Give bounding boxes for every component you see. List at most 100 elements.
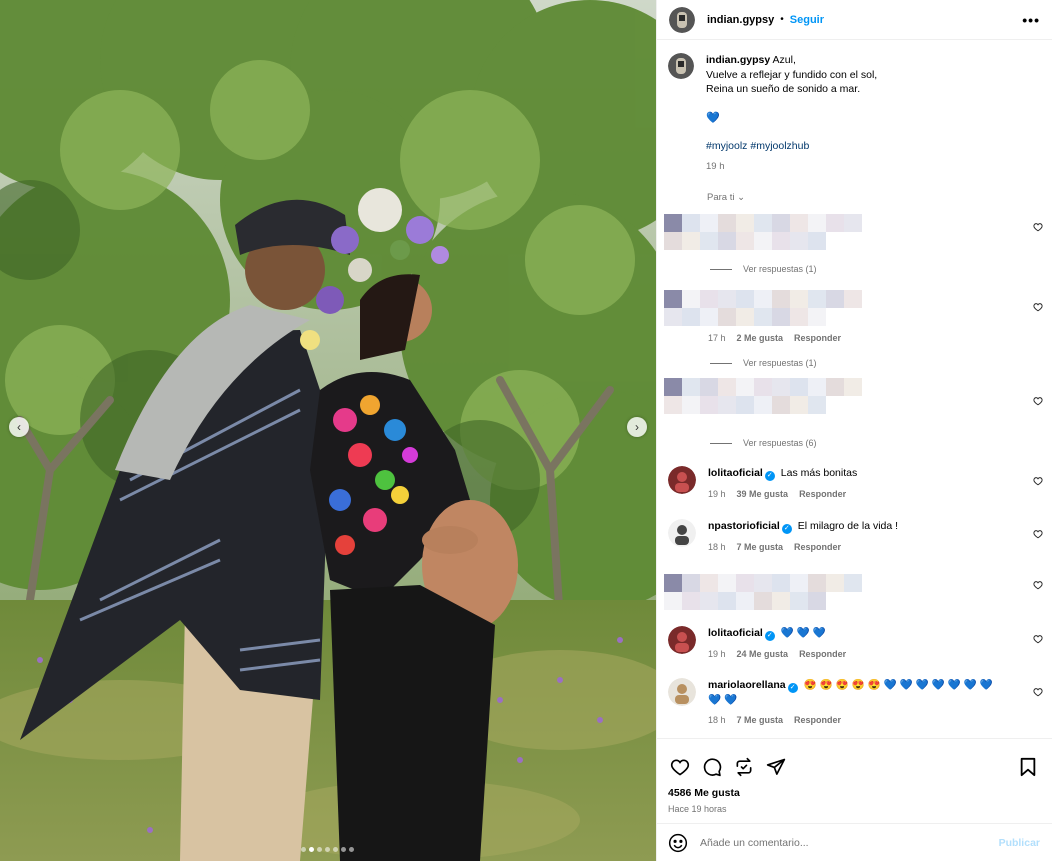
comment-likes[interactable]: 7 Me gusta	[737, 542, 784, 552]
comment-username[interactable]: mariolaorellana	[708, 679, 786, 691]
view-replies-button[interactable]: Ver respuestas (1)	[710, 264, 817, 274]
post-time: Hace 19 horas	[668, 804, 727, 814]
blue-heart-emoji: 💙	[706, 111, 720, 124]
blur-pixel	[844, 308, 862, 326]
blur-pixel	[718, 232, 736, 250]
replies-line	[710, 268, 732, 270]
comment-like-heart-icon[interactable]	[1033, 634, 1043, 647]
avatar[interactable]	[668, 678, 696, 706]
caption-line: Vuelve a reflejar y fundido con el sol,	[706, 68, 878, 81]
prev-image-button[interactable]: ‹	[9, 417, 29, 437]
chevron-left-icon: ‹	[17, 420, 21, 434]
comment-like-heart-icon[interactable]	[1033, 529, 1043, 542]
comment-username[interactable]: lolitaoficial	[708, 467, 763, 479]
comment-likes[interactable]: 39 Me gusta	[737, 489, 789, 499]
comment-input[interactable]	[700, 837, 999, 849]
post-header: indian.gypsy • Seguir •••	[657, 0, 1052, 40]
comment-username[interactable]: lolitaoficial	[708, 627, 763, 639]
carousel-dot	[325, 847, 330, 852]
comment-icon[interactable]	[700, 755, 724, 779]
comment-time: 18 h	[708, 715, 726, 725]
follow-button[interactable]: Seguir	[790, 14, 824, 26]
carousel-dot	[341, 847, 346, 852]
view-replies-label: Ver respuestas (1)	[743, 358, 817, 368]
view-replies-button[interactable]: Ver respuestas (1)	[710, 358, 817, 368]
hashtags: #myjoolz #myjoolzhub	[706, 139, 877, 154]
comment-likes[interactable]: 7 Me gusta	[737, 715, 784, 725]
caption-line: Reina un sueño de sonido a mar.	[706, 83, 861, 95]
carousel-dot	[309, 847, 314, 852]
caption-username[interactable]: indian.gypsy	[706, 54, 770, 66]
send-icon[interactable]	[764, 755, 788, 779]
avatar[interactable]	[668, 626, 696, 654]
hashtag-link[interactable]: #myjoolzhub	[750, 140, 809, 152]
carousel-dot	[317, 847, 322, 852]
blur-pixel	[718, 574, 736, 592]
blur-pixel	[772, 592, 790, 610]
blur-pixel	[718, 378, 736, 396]
next-image-button[interactable]: ›	[627, 417, 647, 437]
avatar[interactable]	[668, 466, 696, 494]
comment-like-heart-icon[interactable]	[1033, 476, 1043, 489]
publish-button[interactable]: Publicar	[999, 837, 1040, 849]
comment-like-heart-icon[interactable]	[1033, 687, 1043, 700]
likes-count[interactable]: 4586 Me gusta	[656, 787, 1052, 799]
blur-pixel	[682, 308, 700, 326]
blur-pixel	[682, 214, 700, 232]
comment-likes[interactable]: 24 Me gusta	[737, 649, 789, 659]
reply-button[interactable]: Responder	[799, 489, 846, 499]
comment-like-heart-icon[interactable]	[1033, 396, 1043, 409]
reply-button[interactable]: Responder	[794, 333, 841, 343]
heart-icon[interactable]	[668, 755, 692, 779]
carousel-dot	[301, 847, 306, 852]
blur-pixel	[736, 290, 754, 308]
add-comment-bar: Publicar	[656, 823, 1052, 861]
caption-time: 19 h	[706, 160, 725, 172]
carousel-dot	[349, 847, 354, 852]
emoji-icon[interactable]	[668, 833, 688, 853]
blur-pixel	[736, 396, 754, 414]
verified-badge-icon: ✓	[787, 683, 798, 693]
comment-meta: 18 h 7 Me gusta Responder	[708, 713, 1008, 727]
comment-filter-label: Para ti	[707, 192, 735, 203]
bookmark-icon[interactable]	[1016, 755, 1040, 779]
avatar[interactable]	[668, 53, 694, 79]
separator-dot: •	[780, 14, 784, 25]
blur-pixel	[754, 308, 772, 326]
view-replies-button[interactable]: Ver respuestas (6)	[710, 438, 817, 448]
more-options-icon[interactable]: •••	[1022, 12, 1040, 28]
hashtag-link[interactable]: #myjoolz	[706, 140, 747, 152]
repost-icon[interactable]	[732, 755, 756, 779]
blur-pixel	[808, 396, 826, 414]
chevron-down-icon: ⌄	[737, 192, 746, 203]
comment-likes[interactable]: 2 Me gusta	[737, 333, 784, 343]
reply-button[interactable]: Responder	[794, 542, 841, 552]
comment-like-heart-icon[interactable]	[1033, 222, 1043, 235]
blur-pixel	[718, 396, 736, 414]
post-image[interactable]: ‹ ›	[0, 0, 656, 861]
blur-pixel	[826, 290, 844, 308]
reply-button[interactable]: Responder	[799, 649, 846, 659]
blur-pixel	[682, 378, 700, 396]
blur-pixel	[790, 214, 808, 232]
blur-pixel	[826, 308, 844, 326]
comment-like-heart-icon[interactable]	[1033, 302, 1043, 315]
comment-meta: 17 h 2 Me gusta Responder	[708, 333, 852, 343]
comment-body: npastorioficial ✓ El milagro de la vida !…	[708, 519, 898, 554]
post-photo	[0, 0, 656, 861]
view-replies-label: Ver respuestas (1)	[743, 264, 817, 274]
replies-line	[710, 442, 732, 444]
blur-pixel	[700, 290, 718, 308]
comment-body: lolitaoficial ✓ Las más bonitas 19 h 39 Me …	[708, 466, 857, 501]
comment-filter[interactable]: Para ti ⌄	[707, 192, 1052, 203]
blur-pixel	[790, 378, 808, 396]
blur-pixel	[664, 290, 682, 308]
reply-button[interactable]: Responder	[794, 715, 841, 725]
avatar[interactable]	[668, 519, 696, 547]
post-username[interactable]: indian.gypsy	[707, 14, 774, 26]
comment-like-heart-icon[interactable]	[1033, 580, 1043, 593]
comment-username[interactable]: npastorioficial	[708, 520, 780, 532]
blur-pixel	[682, 592, 700, 610]
view-replies-label: Ver respuestas (6)	[743, 438, 817, 448]
avatar[interactable]	[669, 6, 695, 33]
